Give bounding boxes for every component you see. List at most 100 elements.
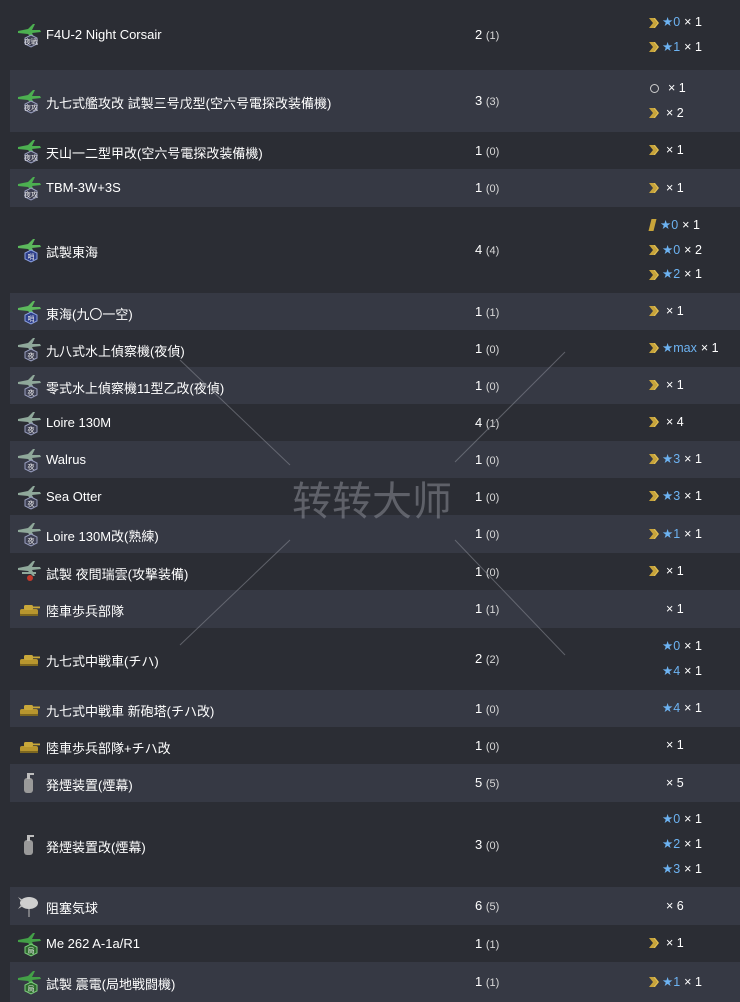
count-value: 1 bbox=[475, 340, 483, 356]
multiplier: × 1 bbox=[684, 452, 702, 467]
proficiency-entry: ★0 × 2 bbox=[648, 238, 702, 263]
equipment-row: 陸車歩兵部隊+チハ改 1 (0) × 1 bbox=[10, 727, 740, 764]
multiplier: × 5 bbox=[666, 775, 684, 790]
proficiency-entry: × 5 bbox=[648, 771, 684, 796]
proficiency-list: × 1 bbox=[648, 733, 684, 758]
equipment-count: 4 (1) bbox=[475, 415, 499, 430]
count-value: 3 bbox=[475, 836, 483, 852]
equipment-count: 1 (0) bbox=[475, 341, 499, 356]
chevron-icon bbox=[649, 528, 659, 539]
chevron-icon bbox=[649, 491, 659, 502]
equipment-row: 九七式中戦車(チハ) 2 (2) ★0 × 1 ★4 × 1 bbox=[10, 628, 740, 690]
proficiency-entry: ★1 × 1 bbox=[648, 522, 702, 547]
multiplier: × 1 bbox=[666, 738, 684, 753]
equipment-row: 試製 夜間瑞雲(攻撃装備) 1 (0) × 1 bbox=[10, 553, 740, 590]
count-value: 1 bbox=[475, 737, 483, 753]
proficiency-entry: × 1 bbox=[648, 373, 684, 398]
proficiency-entry: × 1 bbox=[648, 597, 684, 622]
ring-icon bbox=[650, 84, 659, 94]
star-level: ★4 bbox=[662, 663, 681, 678]
equipment-icon: 夜 bbox=[16, 521, 42, 547]
chevron-icon bbox=[649, 566, 659, 577]
equipment-count: 6 (5) bbox=[475, 898, 499, 913]
night-attacker-icon: 夜攻 bbox=[18, 177, 41, 201]
multiplier: × 2 bbox=[666, 105, 684, 120]
tank-icon bbox=[20, 605, 40, 616]
equipment-count: 1 (0) bbox=[475, 143, 499, 158]
proficiency-list: × 6 bbox=[648, 894, 684, 919]
equipment-count: 2 (2) bbox=[475, 651, 499, 666]
equipment-icon bbox=[16, 596, 42, 622]
equipment-name: Me 262 A-1a/R1 bbox=[46, 935, 140, 951]
equipment-icon: 哨 bbox=[16, 299, 42, 325]
chevron-icon bbox=[649, 269, 659, 280]
equipment-name: Loire 130M改(熟練) bbox=[46, 529, 159, 544]
equipment-count: 1 (0) bbox=[475, 180, 499, 195]
equipment-row: 発煙装置改(煙幕) 3 (0) ★0 × 1 ★2 × 1 ★3 × 1 bbox=[10, 802, 740, 887]
proficiency-list: ★0 × 1 ★1 × 1 bbox=[648, 10, 702, 59]
proficiency-entry: × 2 bbox=[648, 101, 686, 126]
proficiency-list: × 1 bbox=[648, 176, 684, 201]
icon-badge-text: 哨 bbox=[28, 252, 35, 261]
multiplier: × 4 bbox=[666, 415, 684, 430]
multiplier: × 1 bbox=[684, 837, 702, 852]
equipment-name: Loire 130M bbox=[46, 414, 112, 430]
equipment-count: 1 (1) bbox=[475, 974, 499, 989]
icon-badge-text: 夜 bbox=[28, 462, 35, 471]
icon-badge-text: 夜 bbox=[28, 425, 35, 434]
balloon-icon bbox=[18, 897, 38, 917]
smoke-generator-icon bbox=[24, 773, 34, 793]
multiplier: × 1 bbox=[684, 39, 702, 54]
proficiency-list: ★3 × 1 bbox=[648, 484, 702, 509]
star-level: ★3 bbox=[662, 861, 681, 876]
multiplier: × 1 bbox=[666, 378, 684, 393]
proficiency-entry: × 4 bbox=[648, 410, 684, 435]
equipment-name: Sea Otter bbox=[46, 488, 102, 504]
count-sub: (0) bbox=[485, 183, 500, 195]
count-sub: (2) bbox=[485, 654, 500, 666]
icon-badge-text: 局 bbox=[28, 947, 35, 955]
proficiency-entry: ★3 × 1 bbox=[648, 484, 702, 509]
equipment-row: 夜 九八式水上偵察機(夜偵) 1 (0) ★max × 1 bbox=[10, 330, 740, 367]
proficiency-entry: × 1 bbox=[648, 299, 684, 324]
multiplier: × 1 bbox=[666, 180, 684, 195]
icon-badge-text: 夜 bbox=[28, 536, 35, 545]
count-sub: (4) bbox=[485, 245, 500, 257]
equipment-icon: 夜 bbox=[16, 410, 42, 436]
proficiency-list: ★1 × 1 bbox=[648, 522, 702, 547]
star-level: ★3 bbox=[662, 452, 681, 467]
equipment-icon: 夜 bbox=[16, 373, 42, 399]
equipment-icon: 局 bbox=[16, 969, 42, 995]
multiplier: × 1 bbox=[666, 601, 684, 616]
equipment-icon bbox=[16, 832, 42, 858]
multiplier: × 2 bbox=[684, 242, 702, 257]
equipment-icon bbox=[16, 733, 42, 759]
smoke-generator-icon bbox=[24, 834, 34, 855]
night-seaplane-icon: 夜 bbox=[18, 448, 41, 473]
equipment-row: 夜 Loire 130M 4 (1) × 4 bbox=[10, 404, 740, 441]
multiplier: × 1 bbox=[666, 564, 684, 579]
proficiency-list: ★max × 1 bbox=[648, 336, 719, 361]
count-value: 1 bbox=[475, 935, 483, 951]
equipment-row: 夜 零式水上偵察機11型乙改(夜偵) 1 (0) × 1 bbox=[10, 367, 740, 404]
equipment-icon: 夜攻 bbox=[16, 175, 42, 201]
equipment-name: 陸車歩兵部隊 bbox=[46, 604, 125, 619]
equipment-row: 局 Me 262 A-1a/R1 1 (1) × 1 bbox=[10, 925, 740, 962]
proficiency-list: ★0 × 1 ★2 × 1 ★3 × 1 bbox=[648, 807, 702, 881]
chevron-icon bbox=[649, 17, 659, 28]
chevron-icon bbox=[649, 380, 659, 391]
multiplier: × 1 bbox=[684, 267, 702, 282]
equipment-count: 1 (0) bbox=[475, 452, 499, 467]
chevron-icon bbox=[649, 976, 659, 987]
count-value: 1 bbox=[475, 974, 483, 989]
night-fighter-icon: 夜戦 bbox=[18, 24, 41, 48]
count-sub: (0) bbox=[485, 380, 500, 393]
equipment-icon bbox=[16, 770, 42, 796]
proficiency-entry: ★4 × 1 bbox=[648, 659, 702, 684]
equipment-row: 九七式中戦車 新砲塔(チハ改) 1 (0) ★4 × 1 bbox=[10, 690, 740, 727]
night-attack-seaplane-icon bbox=[18, 560, 41, 581]
proficiency-list: × 5 bbox=[648, 771, 684, 796]
icon-badge-text: 局 bbox=[28, 985, 35, 993]
multiplier: × 1 bbox=[666, 936, 684, 951]
icon-badge-text: 夜 bbox=[28, 388, 35, 397]
